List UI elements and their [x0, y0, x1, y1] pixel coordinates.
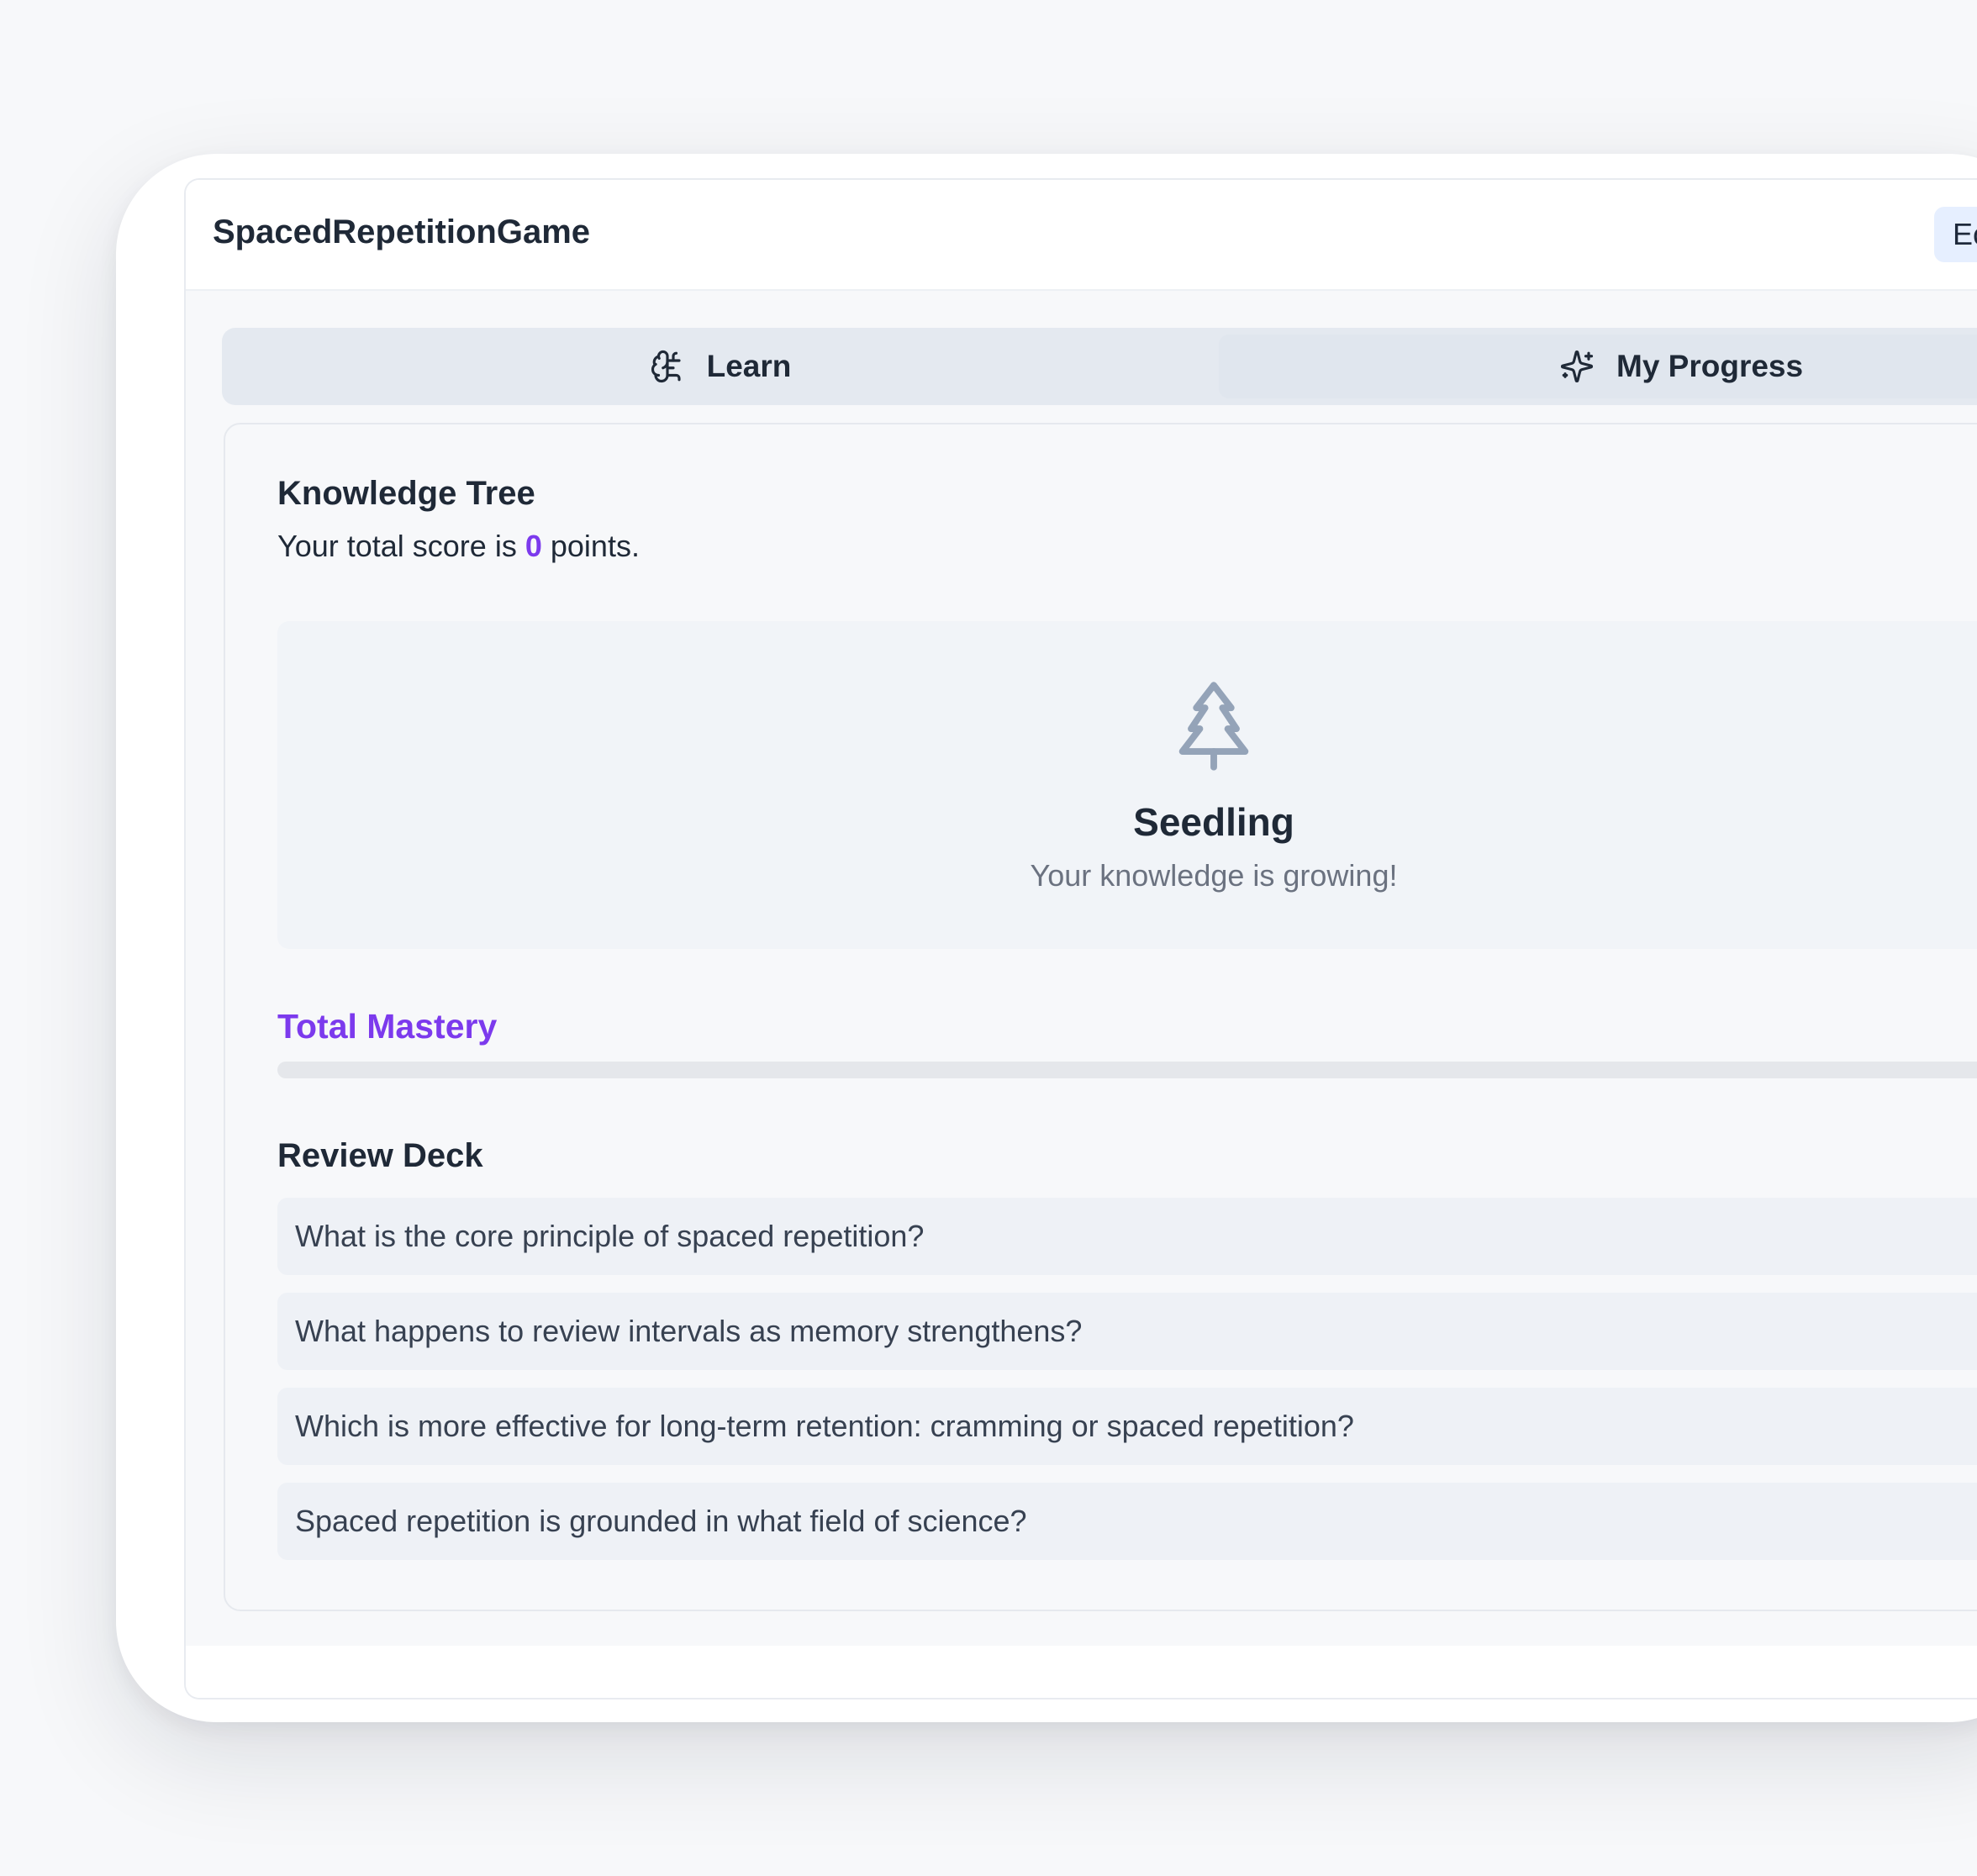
app-window: SpacedRepetitionGame Ec: [184, 178, 1977, 1699]
score-suffix: points.: [550, 529, 640, 563]
tree-stage-panel: Seedling Your knowledge is growing!: [277, 621, 1977, 949]
tree-stage-description: Your knowledge is growing!: [1030, 858, 1398, 893]
mastery-progress-bar: [277, 1062, 1977, 1078]
tab-my-progress[interactable]: My Progress: [1219, 335, 1977, 398]
tab-bar: Learn My Progress: [222, 328, 1977, 405]
tab-learn-label: Learn: [706, 349, 792, 383]
review-deck-item[interactable]: What happens to review intervals as memo…: [277, 1293, 1977, 1370]
sparkles-icon: [1559, 349, 1595, 384]
header-action-button[interactable]: Ec: [1934, 207, 1977, 262]
tab-my-progress-label: My Progress: [1616, 349, 1804, 383]
review-deck-list: What is the core principle of spaced rep…: [277, 1198, 1977, 1578]
knowledge-tree-title: Knowledge Tree: [277, 475, 535, 512]
review-deck-item[interactable]: Spaced repetition is grounded in what fi…: [277, 1483, 1977, 1560]
main-content: Learn My Progress Knowledge Tree Your to…: [186, 291, 1977, 1646]
tree-stage-name: Seedling: [1133, 800, 1294, 844]
review-deck-item[interactable]: Which is more effective for long-term re…: [277, 1388, 1977, 1465]
tab-learn[interactable]: Learn: [222, 328, 1219, 405]
review-deck-item[interactable]: What is the core principle of spaced rep…: [277, 1198, 1977, 1275]
app-header: SpacedRepetitionGame Ec: [186, 180, 1977, 291]
brain-icon: [650, 349, 685, 384]
footer-strip: [186, 1646, 1977, 1698]
review-deck-title: Review Deck: [277, 1137, 483, 1174]
app-title: SpacedRepetitionGame: [213, 213, 591, 250]
total-mastery-label: Total Mastery: [277, 1007, 498, 1046]
knowledge-tree-card: Knowledge Tree Your total score is 0 poi…: [224, 423, 1977, 1611]
score-value: 0: [525, 529, 542, 563]
score-prefix: Your total score is: [277, 529, 517, 563]
tree-icon: [1172, 680, 1256, 774]
total-score-text: Your total score is 0 points.: [277, 529, 640, 564]
